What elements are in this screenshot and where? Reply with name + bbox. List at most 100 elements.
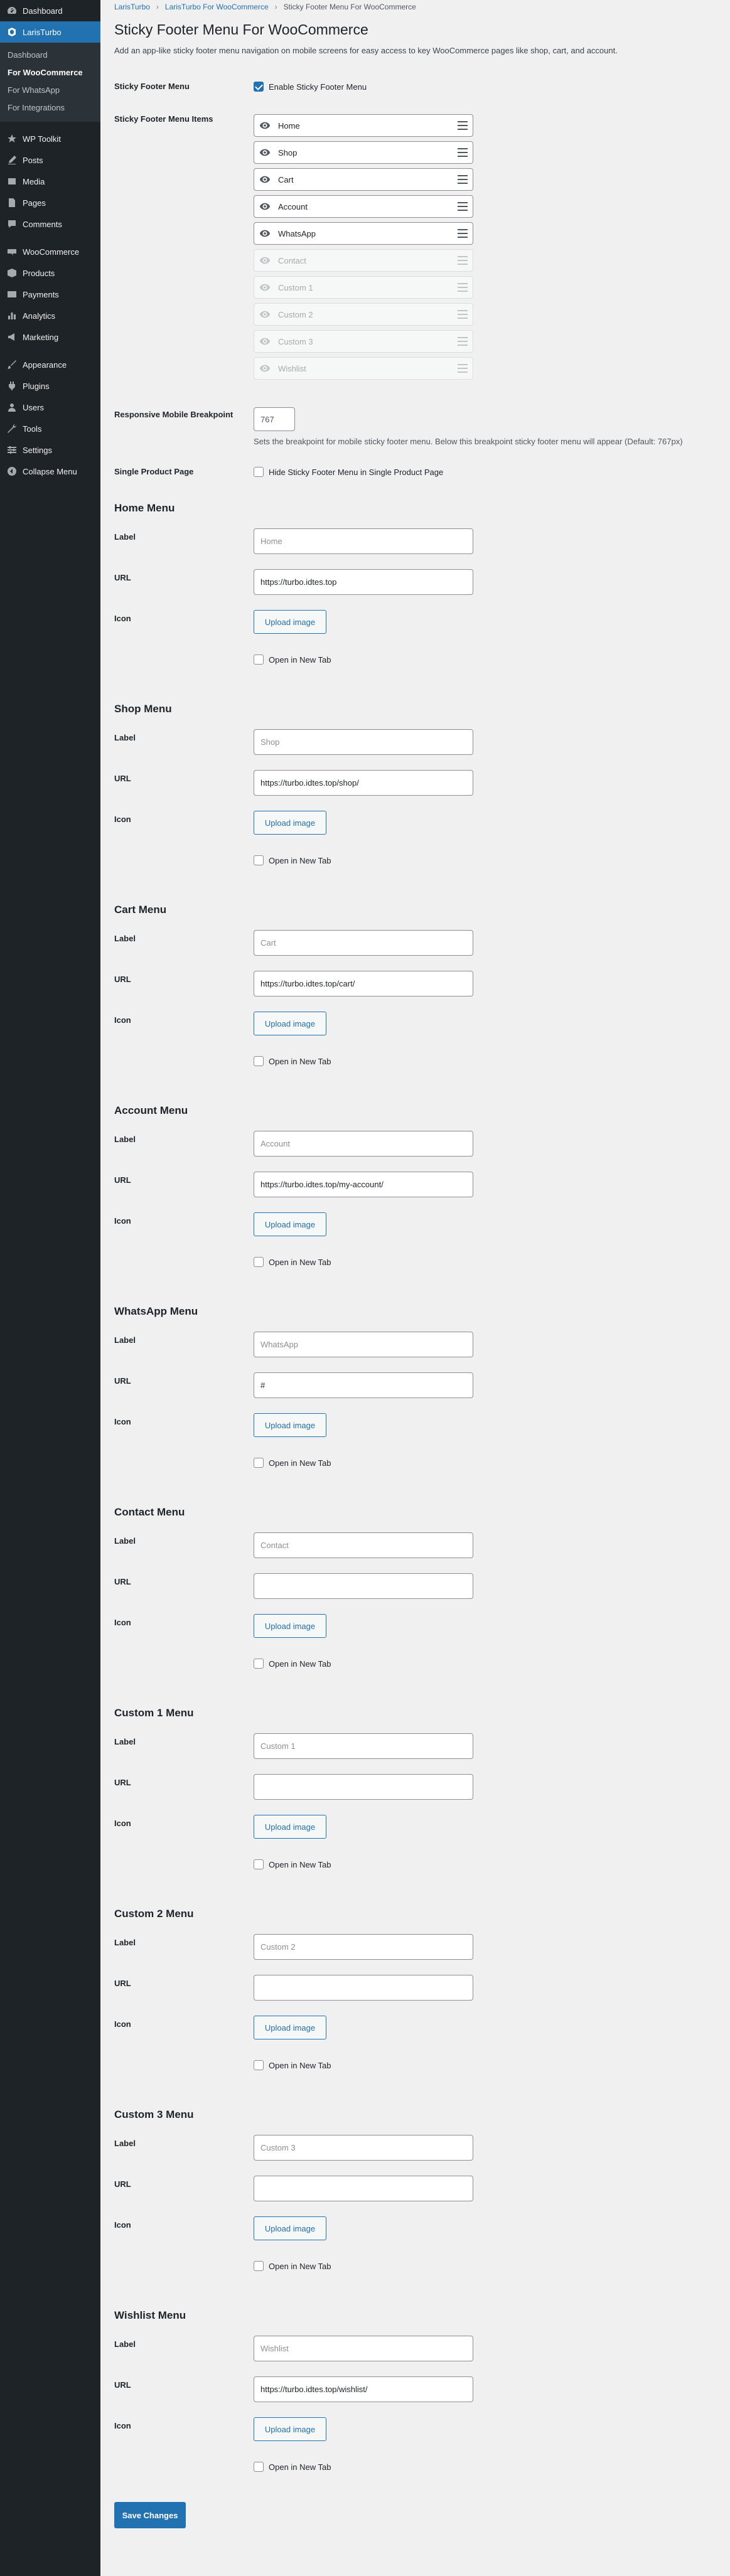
menu-url-input[interactable] xyxy=(254,1774,473,1800)
sidebar-item-woocommerce[interactable]: WooCommerce xyxy=(0,241,100,262)
menu-url-input[interactable] xyxy=(254,770,473,796)
open-new-tab-toggle[interactable]: Open in New Tab xyxy=(254,1458,730,1468)
upload-image-button[interactable]: Upload image xyxy=(254,1815,326,1839)
open-new-tab-checkbox[interactable] xyxy=(254,1659,264,1669)
upload-image-button[interactable]: Upload image xyxy=(254,1012,326,1035)
menu-label-input[interactable] xyxy=(254,1532,473,1558)
drag-handle-icon[interactable] xyxy=(458,337,468,346)
eye-icon[interactable] xyxy=(259,282,271,293)
eye-icon[interactable] xyxy=(259,174,271,185)
menu-url-input[interactable] xyxy=(254,1975,473,2001)
sidebar-item-wp-toolkit[interactable]: WP Toolkit xyxy=(0,128,100,149)
menu-label-input[interactable] xyxy=(254,930,473,956)
sidebar-item-appearance[interactable]: Appearance xyxy=(0,354,100,375)
menu-url-input[interactable] xyxy=(254,2376,473,2402)
sidebar-item-settings[interactable]: Settings xyxy=(0,439,100,461)
drag-handle-icon[interactable] xyxy=(458,364,468,373)
menu-label-input[interactable] xyxy=(254,1733,473,1759)
drag-handle-icon[interactable] xyxy=(458,229,468,238)
menu-url-input[interactable] xyxy=(254,2176,473,2201)
menu-item-cart[interactable]: Cart xyxy=(254,168,473,191)
open-new-tab-toggle[interactable]: Open in New Tab xyxy=(254,1659,730,1669)
hide-single-product-checkbox[interactable] xyxy=(254,467,264,477)
sidebar-item-tools[interactable]: Tools xyxy=(0,418,100,439)
open-new-tab-checkbox[interactable] xyxy=(254,1257,264,1267)
open-new-tab-toggle[interactable]: Open in New Tab xyxy=(254,1257,730,1267)
open-new-tab-checkbox[interactable] xyxy=(254,855,264,865)
upload-image-button[interactable]: Upload image xyxy=(254,1614,326,1638)
menu-url-input[interactable] xyxy=(254,1573,473,1599)
drag-handle-icon[interactable] xyxy=(458,310,468,319)
submenu-item-for-integrations[interactable]: For Integrations xyxy=(0,99,100,117)
drag-handle-icon[interactable] xyxy=(458,121,468,130)
menu-item-wishlist[interactable]: Wishlist xyxy=(254,357,473,380)
menu-url-input[interactable] xyxy=(254,1172,473,1197)
sidebar-item-dashboard[interactable]: Dashboard xyxy=(0,0,100,21)
drag-handle-icon[interactable] xyxy=(458,148,468,157)
enable-sticky-footer-checkbox[interactable] xyxy=(254,82,264,92)
open-new-tab-toggle[interactable]: Open in New Tab xyxy=(254,2060,730,2070)
menu-label-input[interactable] xyxy=(254,528,473,554)
hide-single-product-toggle[interactable]: Hide Sticky Footer Menu in Single Produc… xyxy=(254,467,730,477)
eye-icon[interactable] xyxy=(259,255,271,266)
drag-handle-icon[interactable] xyxy=(458,175,468,184)
eye-icon[interactable] xyxy=(259,336,271,347)
eye-icon[interactable] xyxy=(259,201,271,212)
eye-icon[interactable] xyxy=(259,228,271,239)
menu-item-custom-3[interactable]: Custom 3 xyxy=(254,330,473,353)
open-new-tab-checkbox[interactable] xyxy=(254,1859,264,1869)
eye-icon[interactable] xyxy=(259,147,271,158)
upload-image-button[interactable]: Upload image xyxy=(254,811,326,835)
menu-label-input[interactable] xyxy=(254,1131,473,1157)
open-new-tab-toggle[interactable]: Open in New Tab xyxy=(254,855,730,865)
upload-image-button[interactable]: Upload image xyxy=(254,1413,326,1437)
upload-image-button[interactable]: Upload image xyxy=(254,1212,326,1236)
enable-sticky-footer-toggle[interactable]: Enable Sticky Footer Menu xyxy=(254,82,730,92)
menu-url-input[interactable] xyxy=(254,971,473,997)
sidebar-item-plugins[interactable]: Plugins xyxy=(0,375,100,397)
menu-item-whatsapp[interactable]: WhatsApp xyxy=(254,222,473,245)
upload-image-button[interactable]: Upload image xyxy=(254,2417,326,2441)
open-new-tab-toggle[interactable]: Open in New Tab xyxy=(254,655,730,665)
menu-label-input[interactable] xyxy=(254,729,473,755)
open-new-tab-checkbox[interactable] xyxy=(254,2261,264,2271)
breadcrumb-laristurbo-woocommerce[interactable]: LarisTurbo For WooCommerce xyxy=(165,3,269,11)
breadcrumb-laristurbo[interactable]: LarisTurbo xyxy=(114,3,150,11)
submenu-item-for-woocommerce[interactable]: For WooCommerce xyxy=(0,64,100,82)
menu-item-account[interactable]: Account xyxy=(254,195,473,218)
menu-item-custom-1[interactable]: Custom 1 xyxy=(254,276,473,299)
menu-label-input[interactable] xyxy=(254,1934,473,1960)
eye-icon[interactable] xyxy=(259,120,271,131)
eye-icon[interactable] xyxy=(259,363,271,374)
open-new-tab-checkbox[interactable] xyxy=(254,2060,264,2070)
sidebar-item-marketing[interactable]: Marketing xyxy=(0,326,100,348)
sidebar-item-analytics[interactable]: Analytics xyxy=(0,305,100,326)
sidebar-item-laristurbo[interactable]: LarisTurbo xyxy=(0,21,100,43)
drag-handle-icon[interactable] xyxy=(458,202,468,211)
breakpoint-input[interactable] xyxy=(254,407,295,431)
save-changes-button[interactable]: Save Changes xyxy=(114,2502,186,2528)
menu-item-shop[interactable]: Shop xyxy=(254,141,473,164)
upload-image-button[interactable]: Upload image xyxy=(254,2016,326,2039)
open-new-tab-checkbox[interactable] xyxy=(254,655,264,665)
upload-image-button[interactable]: Upload image xyxy=(254,610,326,634)
drag-handle-icon[interactable] xyxy=(458,283,468,292)
menu-label-input[interactable] xyxy=(254,1332,473,1357)
open-new-tab-checkbox[interactable] xyxy=(254,2462,264,2472)
menu-label-input[interactable] xyxy=(254,2336,473,2361)
open-new-tab-toggle[interactable]: Open in New Tab xyxy=(254,2261,730,2271)
sidebar-item-collapse-menu[interactable]: Collapse Menu xyxy=(0,461,100,482)
sidebar-item-payments[interactable]: Payments xyxy=(0,284,100,305)
menu-item-contact[interactable]: Contact xyxy=(254,249,473,272)
submenu-item-dashboard[interactable]: Dashboard xyxy=(0,46,100,64)
menu-label-input[interactable] xyxy=(254,2135,473,2161)
eye-icon[interactable] xyxy=(259,309,271,320)
open-new-tab-toggle[interactable]: Open in New Tab xyxy=(254,1056,730,1066)
menu-item-home[interactable]: Home xyxy=(254,114,473,137)
sidebar-item-pages[interactable]: Pages xyxy=(0,192,100,213)
menu-url-input[interactable] xyxy=(254,1372,473,1398)
sidebar-item-posts[interactable]: Posts xyxy=(0,149,100,171)
open-new-tab-checkbox[interactable] xyxy=(254,1056,264,1066)
open-new-tab-toggle[interactable]: Open in New Tab xyxy=(254,2462,730,2472)
open-new-tab-checkbox[interactable] xyxy=(254,1458,264,1468)
